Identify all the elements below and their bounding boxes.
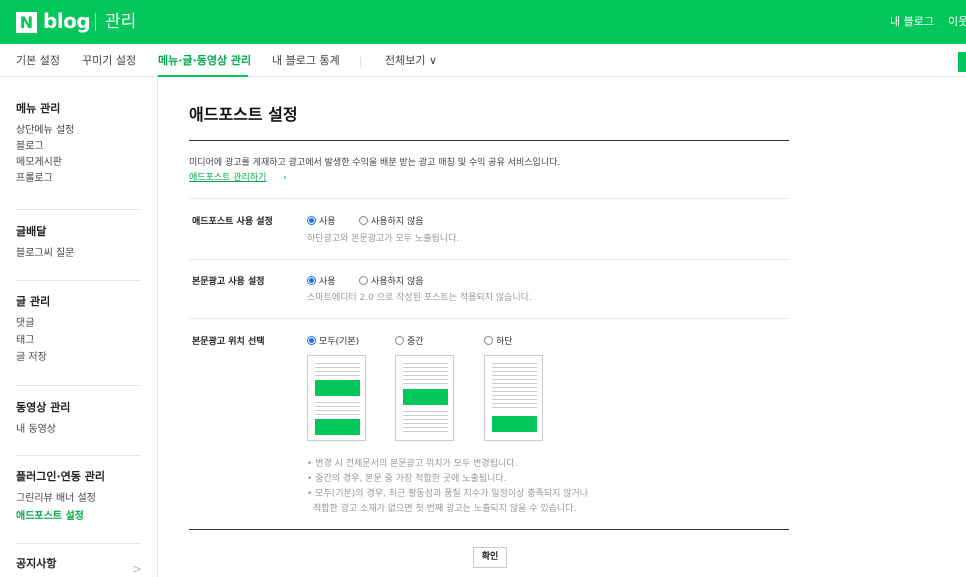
position-note-3: • 모두(기본)의 경우, 최근 활동성과 품질 지수가 일정이상 충족되지 않… [307, 489, 589, 499]
sidebar-item-comments[interactable]: 댓글 [16, 317, 34, 330]
body-ad-position-label: 본문광고 위치 선택 [192, 337, 265, 347]
sidebar-heading-plugins[interactable]: 플러그인·연동 관리 [16, 470, 105, 484]
page-title: 애드포스트 설정 [189, 105, 298, 124]
sidebar-divider [16, 455, 140, 456]
page-section-title: 관리 [105, 12, 137, 32]
sidebar-item-blog[interactable]: 블로그 [16, 140, 44, 153]
settings-nav: 기본 설정 꾸미기 설정 메뉴·글·동영상 관리 내 블로그 통계 전체보기 ∨ [0, 44, 966, 77]
preview-all-positions[interactable] [307, 355, 366, 441]
header-divider [95, 13, 96, 31]
active-tab-indicator [158, 75, 248, 77]
radio-empty-icon[interactable] [484, 336, 493, 345]
blog-admin-page: { "header": { "logo_n": "N", "logo_word"… [0, 0, 966, 577]
sidebar-item-prologue[interactable]: 프롤로그 [16, 172, 53, 185]
ad-block [403, 389, 448, 405]
ad-block [315, 419, 360, 435]
body-ad-use-label: 본문광고 사용 설정 [192, 277, 265, 287]
naver-logo-icon[interactable]: N [16, 12, 37, 33]
radio-selected-icon[interactable] [307, 216, 316, 225]
side-green-tab[interactable] [958, 52, 966, 72]
chevron-right-icon: › [283, 173, 287, 183]
preview-middle-position[interactable] [395, 355, 454, 441]
tab-menu-post-video[interactable]: 메뉴·글·동영상 관리 [158, 54, 251, 68]
my-blog-link[interactable]: 내 블로그 [890, 15, 934, 29]
row-divider [189, 318, 789, 319]
chevron-right-icon[interactable]: > [132, 562, 142, 576]
sidebar-heading-notices[interactable]: 공지사항 [16, 557, 56, 571]
sidebar-heading-menu[interactable]: 메뉴 관리 [16, 102, 60, 116]
neighbor-link[interactable]: 이웃 [948, 15, 966, 29]
tab-blog-stats[interactable]: 내 블로그 통계 [272, 54, 340, 68]
radio-empty-icon[interactable] [359, 216, 368, 225]
top-header: N blog 관리 내 블로그 이웃 [0, 0, 966, 44]
sidebar-divider [16, 385, 140, 386]
bottom-divider [189, 529, 789, 530]
body-ad-use-radio-on[interactable]: 사용 [307, 276, 336, 288]
position-radio-middle[interactable]: 중간 [395, 336, 424, 348]
radio-selected-icon[interactable] [307, 336, 316, 345]
confirm-button[interactable]: 확인 [473, 547, 507, 568]
sidebar-heading-delivery[interactable]: 글배달 [16, 225, 46, 239]
body-ad-use-help: 스마트에디터 2.0 으로 작성된 포스트는 적용되지 않습니다. [307, 293, 532, 303]
row-divider [189, 198, 789, 199]
position-note-1: • 변경 시 전체문서의 본문광고 위치가 모두 변경됩니다. [307, 459, 518, 469]
nav-divider [360, 57, 361, 67]
tab-decoration-settings[interactable]: 꾸미기 설정 [82, 54, 136, 68]
adpost-use-help: 하단광고와 본문광고가 모두 노출됩니다. [307, 234, 460, 244]
preview-bottom-position[interactable] [484, 355, 543, 441]
ad-block [492, 416, 537, 432]
sidebar-item-top-menu[interactable]: 상단메뉴 설정 [16, 124, 74, 137]
tab-view-all[interactable]: 전체보기 ∨ [385, 54, 437, 68]
sidebar-divider [16, 209, 140, 210]
sidebar-divider [16, 543, 140, 544]
position-radio-all[interactable]: 모두(기본) [307, 336, 359, 348]
adpost-description: 미디어에 광고를 게재하고 광고에서 발생한 수익을 배분 받는 광고 매칭 및… [189, 158, 561, 168]
position-note-2: • 중간의 경우, 본문 중 가장 적합한 곳에 노출됩니다. [307, 474, 507, 484]
main-content: 애드포스트 설정 미디어에 광고를 게재하고 광고에서 발생한 수익을 배분 받… [159, 78, 966, 577]
sidebar-item-my-videos[interactable]: 내 동영상 [16, 423, 56, 436]
sidebar-heading-posts[interactable]: 글 관리 [16, 295, 50, 309]
sidebar-item-saved-posts[interactable]: 글 저장 [16, 351, 47, 364]
sidebar-item-blog-question[interactable]: 블로그씨 질문 [16, 247, 74, 260]
tab-basic-settings[interactable]: 기본 설정 [16, 54, 60, 68]
title-divider [189, 140, 789, 141]
sidebar-divider [16, 280, 140, 281]
position-note-4: 적합한 광고 소재가 없으면 첫 번째 광고는 노출되지 않을 수 있습니다. [313, 504, 577, 514]
adpost-manage-link[interactable]: 애드포스트 관리하기 [189, 172, 266, 184]
adpost-use-radio-on[interactable]: 사용 [307, 216, 336, 228]
sidebar-item-green-review[interactable]: 그린리뷰 배너 설정 [16, 492, 96, 505]
position-radio-bottom[interactable]: 하단 [484, 336, 513, 348]
sidebar-item-memo-board[interactable]: 메모게시판 [16, 156, 62, 169]
radio-selected-icon[interactable] [307, 276, 316, 285]
sidebar-item-adpost[interactable]: 애드포스트 설정 [16, 510, 84, 523]
blog-logo[interactable]: blog [43, 10, 91, 32]
sidebar-heading-video[interactable]: 동영상 관리 [16, 401, 70, 415]
radio-empty-icon[interactable] [395, 336, 404, 345]
row-divider [189, 259, 789, 260]
sidebar-item-tags[interactable]: 태그 [16, 334, 34, 347]
sidebar: 메뉴 관리 상단메뉴 설정 블로그 메모게시판 프롤로그 글배달 블로그씨 질문… [0, 78, 158, 577]
body-ad-use-radio-off[interactable]: 사용하지 않음 [359, 276, 424, 288]
adpost-use-label: 애드포스트 사용 설정 [192, 217, 273, 227]
radio-empty-icon[interactable] [359, 276, 368, 285]
ad-block [315, 380, 360, 396]
adpost-use-radio-off[interactable]: 사용하지 않음 [359, 216, 424, 228]
